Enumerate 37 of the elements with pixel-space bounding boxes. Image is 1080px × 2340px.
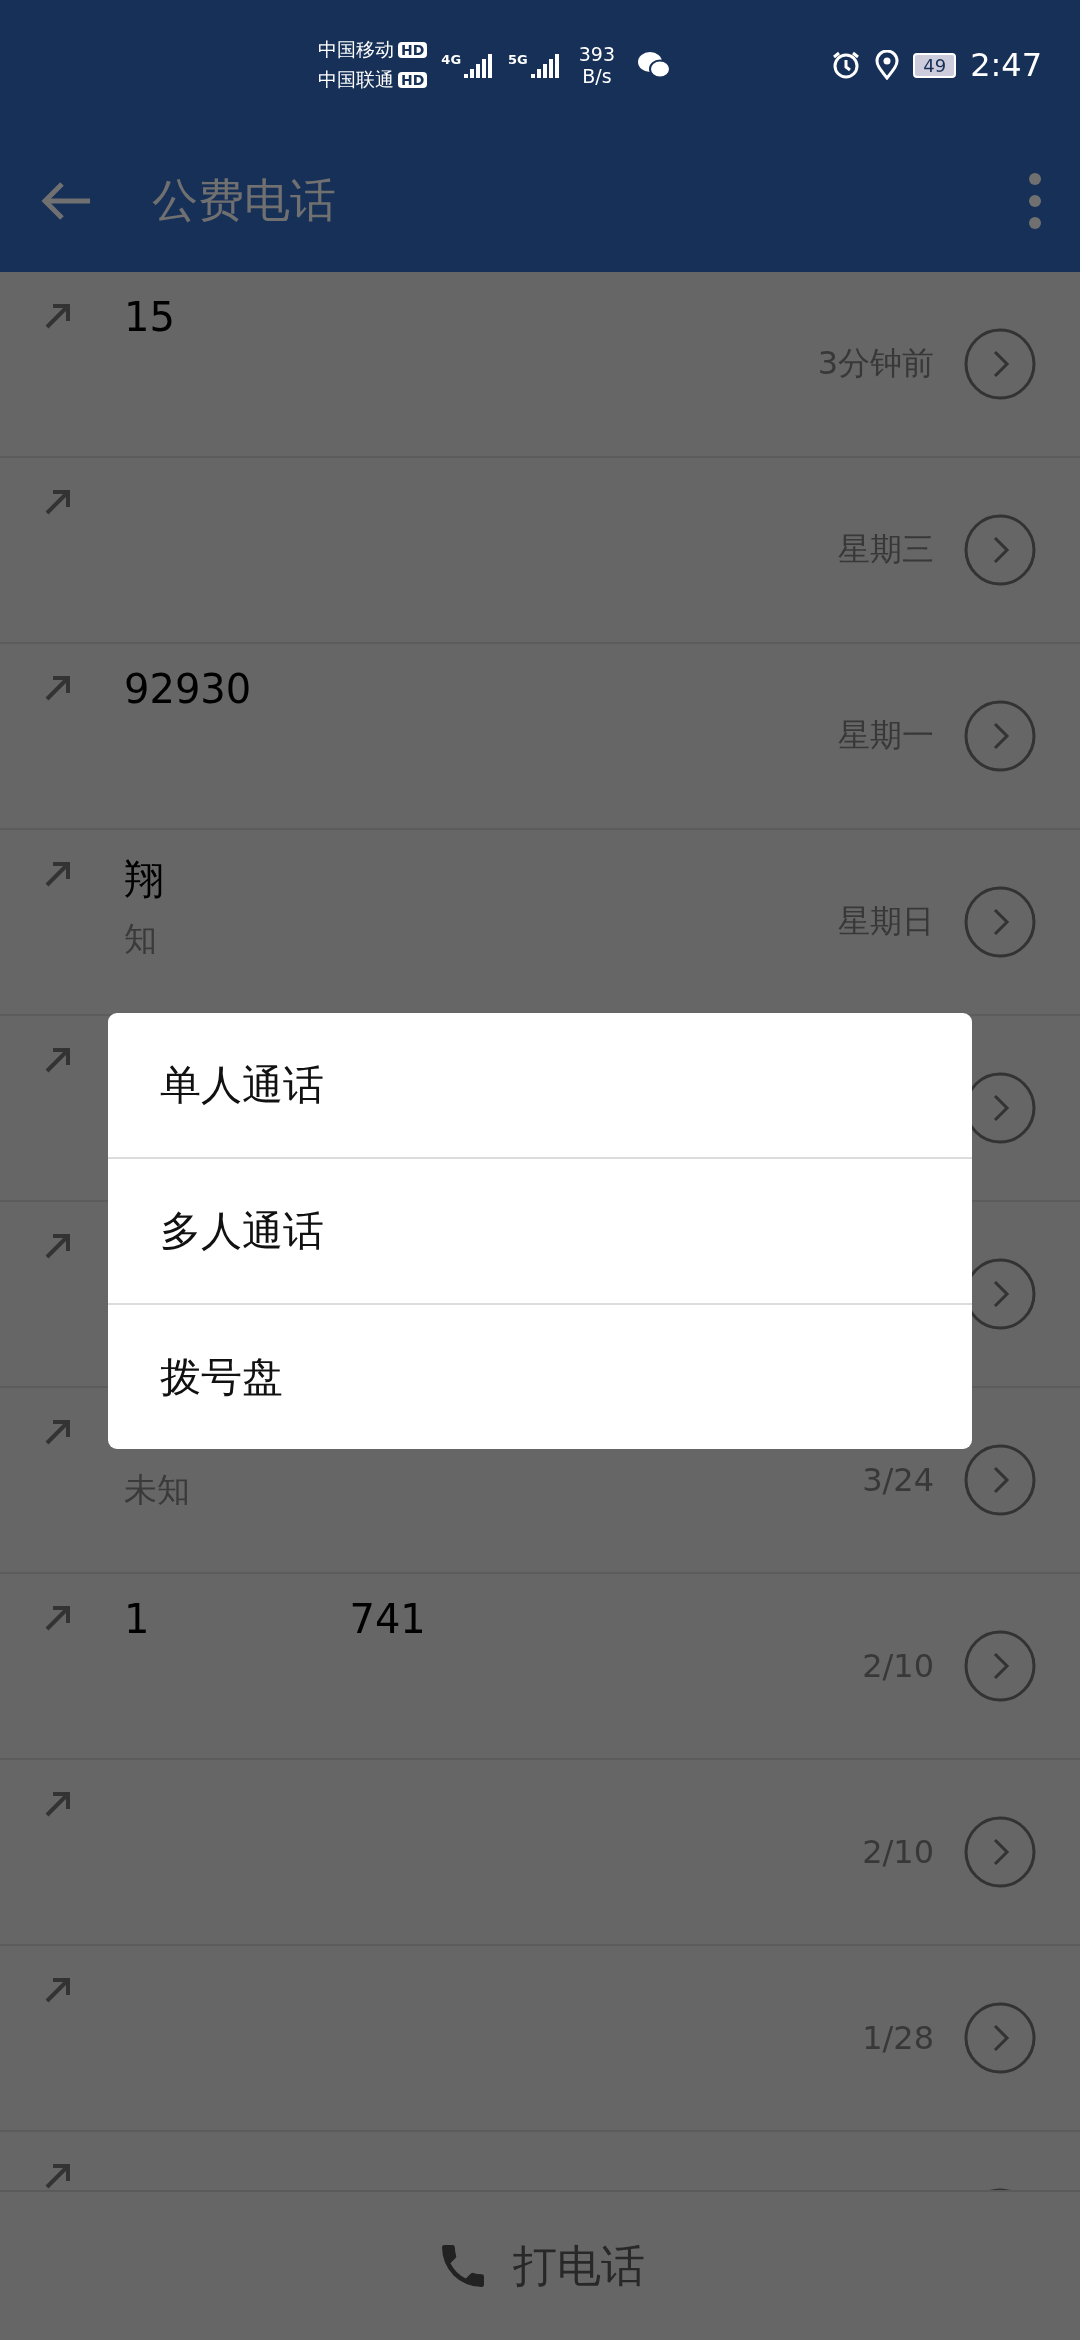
carrier-name: 中国移动 — [318, 37, 394, 62]
network-type: 4G — [441, 52, 462, 67]
caller-number: 1 — [124, 1596, 150, 1642]
outgoing-arrow-icon — [44, 488, 72, 516]
caller-number: 741 — [349, 1596, 426, 1642]
outgoing-arrow-icon — [44, 1046, 72, 1074]
caller-number: 92930 — [124, 666, 252, 712]
outgoing-arrow-icon — [44, 1604, 72, 1632]
speed-value: 393 — [578, 43, 616, 65]
outgoing-arrow-icon — [44, 1976, 72, 2004]
outgoing-arrow-icon — [44, 1418, 72, 1446]
clock: 2:47 — [970, 46, 1042, 84]
back-icon[interactable] — [40, 181, 92, 221]
speed-unit: B/s — [582, 65, 612, 87]
menu-option[interactable]: 单人通话 — [108, 1013, 972, 1159]
page-title: 公费电话 — [152, 172, 336, 229]
outgoing-arrow-icon — [44, 1790, 72, 1818]
outgoing-arrow-icon — [44, 2162, 72, 2190]
alarm-icon — [831, 50, 862, 80]
network-type: 5G — [508, 52, 528, 67]
signal-icon — [464, 52, 495, 78]
caller-number: 15 — [124, 294, 175, 340]
menu-option[interactable]: 拨号盘 — [108, 1305, 972, 1449]
outgoing-arrow-icon — [44, 674, 72, 702]
signal-icon — [530, 52, 561, 78]
outgoing-arrow-icon — [44, 302, 72, 330]
hd-badge: HD — [398, 72, 428, 88]
outgoing-arrow-icon — [44, 860, 72, 888]
carrier-name: 中国联通 — [318, 67, 394, 92]
caller-number: 翔 — [124, 855, 164, 904]
more-icon[interactable] — [1028, 172, 1042, 230]
outgoing-arrow-icon — [44, 1232, 72, 1260]
chat-icon — [637, 51, 672, 79]
menu-option[interactable]: 多人通话 — [108, 1159, 972, 1305]
battery-indicator: 49 — [913, 52, 957, 78]
hd-badge: HD — [398, 42, 428, 58]
location-icon — [875, 50, 900, 80]
